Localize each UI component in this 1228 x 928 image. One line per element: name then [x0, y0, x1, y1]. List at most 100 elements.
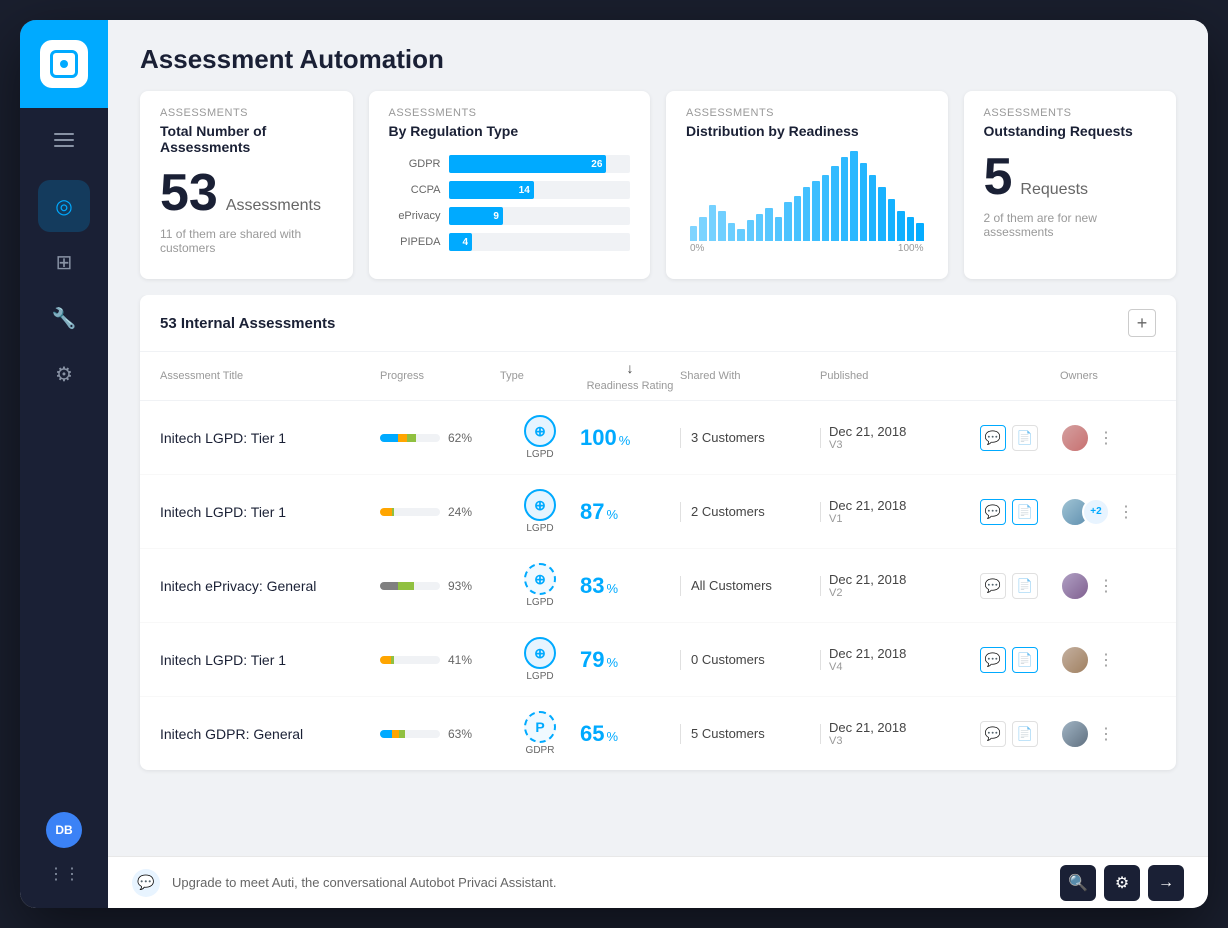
dist-bar-item — [709, 205, 716, 241]
doc-action-icon[interactable]: 📄 — [1012, 573, 1038, 599]
shared-count: All Customers — [691, 578, 772, 593]
owner-avatars — [1060, 571, 1090, 601]
row-more-button[interactable]: ⋮ — [1114, 500, 1138, 524]
shared-divider — [680, 502, 681, 522]
sidebar-item-dashboard[interactable]: ⊞ — [38, 236, 90, 288]
chat-action-icon[interactable]: 💬 — [980, 721, 1006, 747]
regulation-bar-row: GDPR 26 — [389, 155, 631, 173]
dist-bar-item — [850, 151, 857, 241]
table-row: Initech ePrivacy: General 93% ⊕ LGPD 83%… — [140, 549, 1176, 623]
shared-count: 2 Customers — [691, 504, 765, 519]
user-avatar-button[interactable]: DB — [46, 812, 82, 848]
progress-pct: 62% — [448, 431, 472, 445]
search-icon: 🔍 — [1068, 873, 1088, 893]
dist-bar-item — [737, 229, 744, 241]
stat-title-out: Outstanding Requests — [984, 123, 1157, 139]
chat-action-icon[interactable]: 💬 — [980, 647, 1006, 673]
arrow-icon: → — [1158, 874, 1174, 892]
col-owners: Owners — [1060, 360, 1160, 392]
sidebar-item-settings[interactable]: ⚙ — [38, 348, 90, 400]
published-divider — [820, 724, 821, 744]
sidebar-menu-button[interactable] — [20, 116, 108, 164]
type-badge: ⊕ LGPD — [500, 563, 580, 608]
dist-bar-item — [699, 217, 706, 241]
table-title: 53 Internal Assessments — [160, 315, 335, 332]
dist-bar-item — [747, 220, 754, 241]
chat-action-icon[interactable]: 💬 — [980, 499, 1006, 525]
row-more-button[interactable]: ⋮ — [1094, 574, 1118, 598]
filter-button[interactable]: ⚙ — [1104, 865, 1140, 901]
owners-cell: ⋮ — [1060, 719, 1160, 749]
type-label: LGPD — [526, 449, 553, 460]
shared-count: 3 Customers — [691, 430, 765, 445]
doc-action-icon[interactable]: 📄 — [1012, 425, 1038, 451]
navigate-button[interactable]: → — [1148, 865, 1184, 901]
stat-title-dist: Distribution by Readiness — [686, 123, 928, 139]
tools-icon: 🔧 — [52, 306, 77, 331]
sidebar-item-tools[interactable]: 🔧 — [38, 292, 90, 344]
dist-axis-start: 0% — [690, 243, 704, 254]
published-date: Dec 21, 2018 — [829, 572, 906, 587]
chat-action-icon[interactable]: 💬 — [980, 425, 1006, 451]
sidebar: ◎ ⊞ 🔧 ⚙ DB ⋮⋮ — [20, 20, 108, 908]
outstanding-unit: Requests — [1020, 181, 1088, 199]
published-version: V1 — [829, 513, 906, 525]
doc-action-icon[interactable]: 📄 — [1012, 647, 1038, 673]
outstanding-sub: 2 of them are for new assessments — [984, 211, 1157, 239]
owner-avatars — [1060, 719, 1090, 749]
type-label: LGPD — [526, 597, 553, 608]
stat-card-regulation: Assessments By Regulation Type GDPR 26 C… — [369, 91, 651, 279]
type-badge: P GDPR — [500, 711, 580, 756]
published-divider — [820, 502, 821, 522]
shared-with: 3 Customers — [680, 428, 820, 448]
chat-action-icon[interactable]: 💬 — [980, 573, 1006, 599]
owner-avatars — [1060, 645, 1090, 675]
assessment-name: Initech ePrivacy: General — [160, 578, 380, 594]
bar-label: ePrivacy — [389, 210, 441, 222]
stat-title-reg: By Regulation Type — [389, 123, 631, 139]
table-body: Initech LGPD: Tier 1 62% ⊕ LGPD 100% 3 C… — [140, 401, 1176, 770]
doc-action-icon[interactable]: 📄 — [1012, 499, 1038, 525]
progress-pct: 63% — [448, 727, 472, 741]
assessment-name: Initech GDPR: General — [160, 726, 380, 742]
regulation-bar-row: PIPEDA 4 — [389, 233, 631, 251]
published-divider — [820, 576, 821, 596]
sidebar-bottom: DB ⋮⋮ — [46, 812, 82, 908]
readiness-value: 65% — [580, 721, 680, 747]
dist-bar-item — [803, 187, 810, 241]
col-readiness: ↓ Readiness Rating — [580, 360, 680, 392]
owner-avatars: +2 — [1060, 497, 1110, 527]
dist-bar-item — [794, 196, 801, 241]
published-cell: Dec 21, 2018 V3 — [820, 424, 980, 451]
dist-bar-item — [784, 202, 791, 241]
shared-count: 0 Customers — [691, 652, 765, 667]
progress-cell: 41% — [380, 653, 500, 667]
dashboard-icon: ⊞ — [56, 250, 73, 275]
type-icon: ⊕ — [524, 563, 556, 595]
row-more-button[interactable]: ⋮ — [1094, 722, 1118, 746]
assessment-name: Initech LGPD: Tier 1 — [160, 504, 380, 520]
doc-action-icon[interactable]: 📄 — [1012, 721, 1038, 747]
dist-bar-item — [775, 217, 782, 241]
grid-icon-button[interactable]: ⋮⋮ — [46, 856, 82, 892]
table-header: 53 Internal Assessments + — [140, 295, 1176, 352]
row-more-button[interactable]: ⋮ — [1094, 426, 1118, 450]
table-row: Initech LGPD: Tier 1 41% ⊕ LGPD 79% 0 Cu… — [140, 623, 1176, 697]
add-assessment-button[interactable]: + — [1128, 309, 1156, 337]
bar-label: PIPEDA — [389, 236, 441, 248]
table-row: Initech LGPD: Tier 1 62% ⊕ LGPD 100% 3 C… — [140, 401, 1176, 475]
sidebar-item-privacy[interactable]: ◎ — [38, 180, 90, 232]
owner-avatar — [1060, 645, 1090, 675]
row-more-button[interactable]: ⋮ — [1094, 648, 1118, 672]
globe-icon: ◎ — [55, 194, 72, 219]
published-divider — [820, 428, 821, 448]
type-badge: ⊕ LGPD — [500, 415, 580, 460]
distribution-chart — [686, 151, 928, 241]
table-row: Initech GDPR: General 63% P GDPR 65% 5 C… — [140, 697, 1176, 770]
published-date: Dec 21, 2018 — [829, 498, 906, 513]
bar-value: 14 — [519, 185, 530, 196]
readiness-value: 100% — [580, 425, 680, 451]
owners-cell: ⋮ — [1060, 645, 1160, 675]
column-headers: Assessment Title Progress Type ↓ Readine… — [140, 352, 1176, 401]
search-button[interactable]: 🔍 — [1060, 865, 1096, 901]
